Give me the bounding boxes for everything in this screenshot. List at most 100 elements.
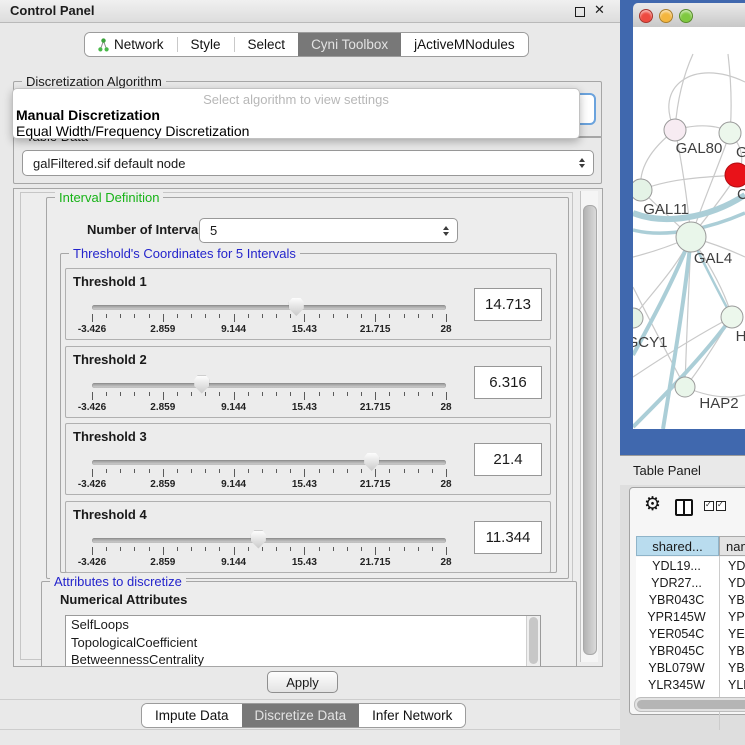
table-row[interactable]: YPR145WYPR145W [636,608,745,625]
tab-discretize-data[interactable]: Discretize Data [242,704,360,727]
column-checkbox-icon[interactable] [716,501,726,511]
slider-tick-labels: -3.4262.8599.14415.4321.71528 [92,479,446,490]
tick-label: 28 [440,557,451,568]
gear-icon[interactable]: ⚙ [644,495,661,514]
apply-button-label: Apply [286,675,319,690]
table-cell: YBR043C [636,591,717,608]
popup-placeholder: Select algorithm to view settings [13,92,579,107]
table-data-value: galFiltered.sif default node [33,156,185,171]
float-window-icon[interactable] [575,7,585,17]
tab-cyni-toolbox[interactable]: Cyni Toolbox [298,33,401,56]
tab-label: Infer Network [372,708,452,723]
divider [0,729,620,730]
table-row[interactable]: YLR345WYLR345W [636,676,745,693]
tab-network[interactable]: Network [85,33,177,56]
slider-ticks [92,469,446,478]
tab-style[interactable]: Style [178,33,234,56]
slider-track[interactable] [92,383,446,388]
zoom-traffic-light-icon[interactable] [679,9,693,23]
table-data-combobox[interactable]: galFiltered.sif default node [22,150,594,176]
table-cell: YDL19... [636,557,717,574]
network-node-gal11[interactable] [633,179,652,201]
table-row[interactable]: YBL079WYBL079W [636,659,745,676]
close-icon[interactable]: ✕ [594,2,605,18]
table-row[interactable]: YBR043CYBR043C [636,591,745,608]
slider-track[interactable] [92,305,446,310]
interval-definition-label: Interval Definition [55,190,163,205]
number-of-intervals-combobox[interactable]: 5 [199,218,458,243]
attribute-item-betweennesscentrality[interactable]: BetweennessCentrality [66,651,540,667]
tick-label: 21.715 [360,324,391,335]
slider-ticks [92,392,446,401]
network-node-gal4[interactable] [676,222,706,252]
threshold-panel-2: Threshold 2-3.4262.8599.14415.4321.71528… [65,346,551,418]
close-traffic-light-icon[interactable] [639,9,653,23]
network-node[interactable] [725,163,745,187]
table-cell: YBL079W [636,659,717,676]
table-cell: YPR145W [720,608,745,625]
node-label-clipped: C [737,186,745,203]
numerical-attributes-label: Numerical Attributes [60,592,187,607]
tick-label: 2.859 [150,557,175,568]
node-label-gal80: GAL80 [676,140,723,157]
numerical-attributes-list[interactable]: SelfLoopsTopologicalCoefficientBetweenne… [65,615,541,667]
tick-label: 28 [440,479,451,490]
network-node-h[interactable] [721,306,743,328]
tab-select[interactable]: Select [235,33,299,56]
threshold-value-field[interactable]: 11.344 [474,521,542,554]
minimize-traffic-light-icon[interactable] [659,9,673,23]
column-checkbox-icon[interactable] [704,501,714,511]
tab-impute-data[interactable]: Impute Data [142,704,242,727]
bottom-tab-bar: Impute DataDiscretize Data Infer Network [141,703,466,728]
table-cell: YBR045C [720,642,745,659]
table-cell: YER054C [636,625,717,642]
threshold-value-field[interactable]: 21.4 [474,443,542,476]
popup-option-equal-width-frequency-discretization[interactable]: Equal Width/Frequency Discretization [13,123,579,139]
threshold-value-field[interactable]: 14.713 [474,288,542,321]
tick-label: 15.43 [292,479,317,490]
tab-infer-network[interactable]: Infer Network [359,704,465,727]
network-window: GAL80GAL11GAL4GCY1HHAP2GAC [620,0,745,455]
column-header-shared[interactable]: shared... [636,536,719,556]
tab-label: Network [114,37,164,52]
tick-label: 2.859 [150,479,175,490]
divider [0,699,620,700]
tab-label: Style [191,37,221,52]
popup-option-manual-discretization[interactable]: Manual Discretization [13,107,579,123]
thresholds-group-label: Threshold's Coordinates for 5 Intervals [69,246,300,261]
tick-label: 15.43 [292,324,317,335]
tick-label: 15.43 [292,557,317,568]
column-header-name[interactable]: name [719,536,745,556]
tab-jactivemnodules[interactable]: jActiveMNodules [401,33,528,56]
combo-spinner-icon [443,226,449,236]
table-row[interactable]: YDR27...YDR27... [636,574,745,591]
apply-button[interactable]: Apply [267,671,338,693]
tick-label: 9.144 [221,557,246,568]
table-row[interactable]: YER054CYER054C [636,625,745,642]
network-node-gcy1[interactable] [633,308,643,328]
attribute-item-selfloops[interactable]: SelfLoops [66,616,540,634]
tick-label: 21.715 [360,402,391,413]
tick-label: 2.859 [150,324,175,335]
attribute-item-topologicalcoefficient[interactable]: TopologicalCoefficient [66,634,540,652]
threshold-title: Threshold 1 [73,274,147,289]
slider-track[interactable] [92,538,446,543]
network-canvas[interactable]: GAL80GAL11GAL4GCY1HHAP2GAC [633,27,745,429]
slider-track[interactable] [92,460,446,465]
list-scrollbar[interactable] [526,616,540,667]
split-view-icon[interactable] [675,499,693,516]
panel-title: Control Panel [10,3,95,18]
tick-label: 15.43 [292,402,317,413]
threshold-panel-1: Threshold 1-3.4262.8599.14415.4321.71528… [65,268,551,340]
slider-ticks [92,547,446,556]
network-node-hap2[interactable] [675,377,695,397]
table-horizontal-scrollbar[interactable] [634,697,745,712]
threshold-value-field[interactable]: 6.316 [474,366,542,399]
table-cell: YDR27... [720,574,745,591]
table-row[interactable]: YDL19...YDL19... [636,557,745,574]
tick-label: -3.426 [78,402,106,413]
network-node-gal80[interactable] [664,119,686,141]
settings-scrollbar[interactable] [580,191,598,662]
attributes-group: Attributes to discretize Numerical Attri… [41,581,577,667]
table-row[interactable]: YBR045CYBR045C [636,642,745,659]
